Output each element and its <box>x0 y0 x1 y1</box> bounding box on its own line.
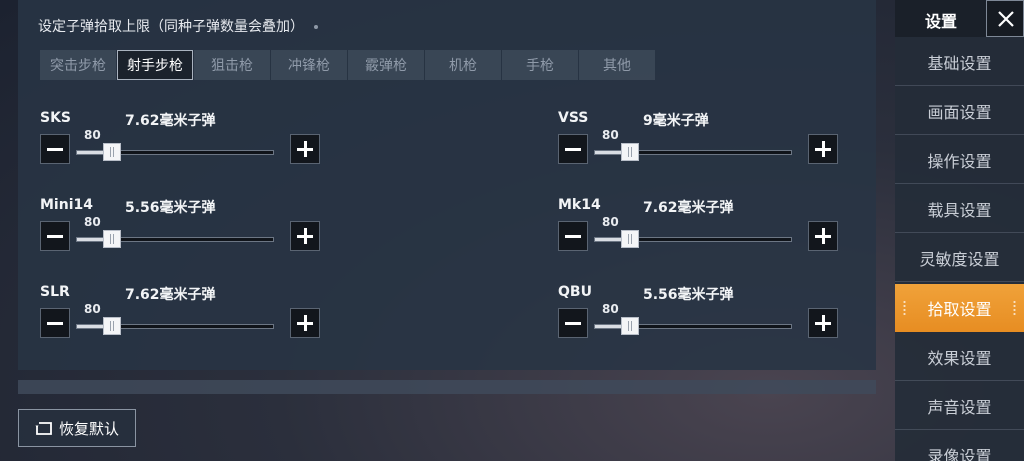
slider-thumb[interactable] <box>620 317 639 335</box>
weapon-name: Mk14 <box>558 197 601 213</box>
increase-button[interactable] <box>808 221 838 251</box>
ammo-type: 5.56毫米子弹 <box>643 287 734 303</box>
sidebar-title: 设置 <box>925 12 958 31</box>
sidebar-item-sensitivity[interactable]: 灵敏度设置 <box>895 234 1024 282</box>
slider-value: 80 <box>602 302 619 316</box>
close-button[interactable] <box>986 0 1024 37</box>
weapon-name: QBU <box>558 284 592 300</box>
plus-icon-vertical <box>822 228 825 244</box>
reset-default-label: 恢复默认 <box>59 419 120 438</box>
plus-icon-vertical <box>304 228 307 244</box>
settings-sidebar: 设置 基础设置 画面设置 操作设置 载具设置 灵敏度设置 拾取设置 效果设置 声… <box>895 0 1024 461</box>
section-dot-decoration <box>314 25 318 29</box>
ammo-row-vss: VSS 9毫米子弹 80 <box>558 110 858 180</box>
weapon-category-tabs: 突击步枪 射手步枪 狙击枪 冲锋枪 霰弹枪 机枪 手枪 其他 <box>40 50 656 80</box>
scroll-bar[interactable] <box>18 380 876 394</box>
decrease-button[interactable] <box>558 134 588 164</box>
minus-icon <box>47 235 63 238</box>
ammo-row-sks: SKS 7.62毫米子弹 80 <box>40 110 340 180</box>
decrease-button[interactable] <box>558 308 588 338</box>
sidebar-item-vehicle[interactable]: 载具设置 <box>895 185 1024 233</box>
minus-icon <box>47 322 63 325</box>
slider-value: 80 <box>84 128 101 142</box>
plus-icon-vertical <box>304 315 307 331</box>
sidebar-item-effects[interactable]: 效果设置 <box>895 333 1024 381</box>
ammo-row-qbu: QBU 5.56毫米子弹 80 <box>558 284 858 354</box>
ammo-row-slr: SLR 7.62毫米子弹 80 <box>40 284 340 354</box>
minus-icon <box>47 148 63 151</box>
slider-thumb[interactable] <box>102 317 121 335</box>
reset-default-button[interactable]: 恢复默认 <box>18 409 136 447</box>
tab-marksman-rifle[interactable]: 射手步枪 <box>117 50 193 80</box>
decrease-button[interactable] <box>40 308 70 338</box>
slider-value: 80 <box>602 215 619 229</box>
ammo-type: 5.56毫米子弹 <box>125 200 216 216</box>
increase-button[interactable] <box>808 308 838 338</box>
weapon-name: SKS <box>40 110 72 126</box>
sidebar-item-pickup[interactable]: 拾取设置 <box>895 284 1024 332</box>
slider-thumb[interactable] <box>620 230 639 248</box>
ammo-type: 7.62毫米子弹 <box>125 287 216 303</box>
ammo-type: 7.62毫米子弹 <box>125 113 216 129</box>
sidebar-item-controls[interactable]: 操作设置 <box>895 136 1024 184</box>
minus-icon <box>565 235 581 238</box>
pickup-settings-panel: 设定子弹拾取上限（同种子弹数量会叠加） 突击步枪 射手步枪 狙击枪 冲锋枪 霰弹… <box>18 0 876 370</box>
tab-assault-rifle[interactable]: 突击步枪 <box>40 50 116 80</box>
tab-sniper-rifle[interactable]: 狙击枪 <box>194 50 270 80</box>
ammo-row-mini14: Mini14 5.56毫米子弹 80 <box>40 197 340 267</box>
tab-smg[interactable]: 冲锋枪 <box>271 50 347 80</box>
increase-button[interactable] <box>290 308 320 338</box>
tab-machine-gun[interactable]: 机枪 <box>425 50 501 80</box>
slider-thumb[interactable] <box>620 143 639 161</box>
sidebar-header: 设置 <box>895 0 1024 37</box>
tab-shotgun[interactable]: 霰弹枪 <box>348 50 424 80</box>
ammo-row-mk14: Mk14 7.62毫米子弹 80 <box>558 197 858 267</box>
slider-value: 80 <box>602 128 619 142</box>
decrease-button[interactable] <box>558 221 588 251</box>
weapon-name: SLR <box>40 284 70 300</box>
reset-icon <box>35 422 52 435</box>
sidebar-item-basic[interactable]: 基础设置 <box>895 38 1024 86</box>
decrease-button[interactable] <box>40 221 70 251</box>
slider-thumb[interactable] <box>102 143 121 161</box>
sidebar-item-replay[interactable]: 录像设置 <box>895 431 1024 461</box>
increase-button[interactable] <box>808 134 838 164</box>
slider-value: 80 <box>84 302 101 316</box>
weapon-name: Mini14 <box>40 197 93 213</box>
ammo-type: 9毫米子弹 <box>643 113 709 129</box>
increase-button[interactable] <box>290 134 320 164</box>
sidebar-item-audio[interactable]: 声音设置 <box>895 382 1024 430</box>
plus-icon-vertical <box>304 141 307 157</box>
section-title: 设定子弹拾取上限（同种子弹数量会叠加） <box>38 16 318 36</box>
weapon-name: VSS <box>558 110 589 126</box>
plus-icon-vertical <box>822 141 825 157</box>
plus-icon-vertical <box>822 315 825 331</box>
minus-icon <box>565 148 581 151</box>
decrease-button[interactable] <box>40 134 70 164</box>
tab-other[interactable]: 其他 <box>579 50 655 80</box>
ammo-type: 7.62毫米子弹 <box>643 200 734 216</box>
increase-button[interactable] <box>290 221 320 251</box>
close-icon <box>998 11 1014 27</box>
minus-icon <box>565 322 581 325</box>
slider-thumb[interactable] <box>102 230 121 248</box>
tab-pistol[interactable]: 手枪 <box>502 50 578 80</box>
sidebar-item-graphics[interactable]: 画面设置 <box>895 87 1024 135</box>
section-title-text: 设定子弹拾取上限（同种子弹数量会叠加） <box>38 19 304 35</box>
slider-value: 80 <box>84 215 101 229</box>
